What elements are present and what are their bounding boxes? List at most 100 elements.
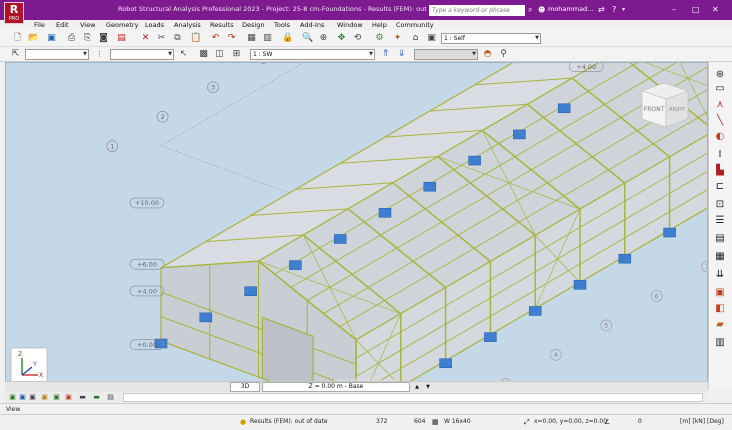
menu-view[interactable]: View (80, 21, 95, 29)
display-supports-icon[interactable]: ▣ (51, 392, 62, 403)
level-combo[interactable]: ▼ (414, 49, 478, 60)
user-icon[interactable]: ☻ (538, 4, 545, 16)
bars-icon[interactable]: ╲ (713, 114, 727, 128)
foundations-icon[interactable]: ▰ (713, 318, 727, 332)
supports-icon[interactable]: ⋏ (713, 98, 727, 112)
pizza-section-icon[interactable]: ◓ (482, 49, 493, 60)
grid-icon[interactable]: ▥ (262, 33, 273, 44)
menu-geometry[interactable]: Geometry (106, 21, 138, 29)
results-icon[interactable]: ▥ (713, 336, 727, 350)
section-view-icon[interactable]: ◫ (214, 49, 225, 60)
load-case-combo[interactable]: 1 : Self ▼ (441, 33, 541, 44)
app-logo[interactable]: R PRO (4, 2, 24, 24)
viewport-3d[interactable]: 112233445566778899ABC+10.00+6.00+4.00+0.… (5, 62, 708, 390)
hinges-icon[interactable]: ⊡ (713, 198, 727, 212)
table-icon[interactable]: ▦ (246, 33, 257, 44)
new-file-icon[interactable]: 🗋 (12, 33, 23, 44)
undo-icon[interactable]: ↶ (210, 33, 221, 44)
offsets-icon[interactable]: ⊏ (713, 180, 727, 194)
cables-icon[interactable]: ☰ (713, 214, 727, 228)
member-design-icon[interactable]: ✦ (392, 33, 403, 44)
exchange-icon[interactable]: ⇄ (598, 4, 605, 16)
structure-model-canvas[interactable]: 112233445566778899ABC+10.00+6.00+4.00+0.… (6, 63, 708, 390)
menu-analysis[interactable]: Analysis (174, 21, 201, 29)
menu-design[interactable]: Design (242, 21, 264, 29)
level-down-icon[interactable]: ▼ (423, 382, 433, 392)
display-numbers-icon[interactable]: ▣ (27, 392, 38, 403)
display-loads-icon[interactable]: ▣ (39, 392, 50, 403)
material-icon[interactable]: ▙ (713, 164, 727, 178)
object-combo[interactable]: ▼ (110, 49, 174, 60)
save-icon[interactable]: ▣ (46, 33, 57, 44)
calculations-icon[interactable]: ⚙ (374, 33, 385, 44)
maximize-icon[interactable]: □ (692, 4, 700, 16)
help-dropdown-icon[interactable]: ▾ (622, 4, 625, 16)
display-shapes-icon[interactable]: ▬ (77, 392, 88, 403)
pan-icon[interactable]: ✥ (336, 33, 347, 44)
display-panels-icon[interactable]: ▬ (91, 392, 102, 403)
minimize-icon[interactable]: – (672, 4, 676, 16)
selection-combo[interactable]: ▼ (25, 49, 89, 60)
view-combo[interactable]: 1 : SW ▼ (250, 49, 375, 60)
search-icon[interactable]: ⌕ (528, 4, 532, 16)
visibility-icon[interactable]: ⚲ (498, 49, 509, 60)
units-display[interactable]: [m] [kN] [Deg] (680, 418, 724, 425)
redo-icon[interactable]: ↷ (226, 33, 237, 44)
help-icon[interactable]: ? (612, 4, 616, 16)
delete-icon[interactable]: ✕ (140, 33, 151, 44)
menu-community[interactable]: Community (396, 21, 434, 29)
display-grid-icon[interactable]: ▤ (105, 392, 116, 403)
section-name[interactable]: W 16x40 (444, 418, 471, 425)
structure-model-icon[interactable]: ⌂ (410, 33, 421, 44)
menu-window[interactable]: Window (337, 21, 363, 29)
work-plane-icon[interactable]: ⊞ (231, 49, 242, 60)
tab-3d[interactable]: 3D (230, 382, 260, 392)
menu-add-ins[interactable]: Add-Ins (300, 21, 324, 29)
select-cursor-icon[interactable]: ⇱ (10, 49, 21, 60)
display-sections-icon[interactable]: ▣ (63, 392, 74, 403)
loads-icon[interactable]: ⇊ (713, 268, 727, 282)
lock-icon[interactable]: 🔒 (282, 33, 293, 44)
screen-capture-icon[interactable]: ◙ (98, 33, 109, 44)
close-icon[interactable]: ✕ (712, 4, 719, 16)
help-pointer-icon[interactable]: ↖ (178, 49, 189, 60)
zoom-window-icon[interactable]: 🔍 (302, 33, 313, 44)
display-mode-icon[interactable]: ▩ (198, 49, 209, 60)
releases-icon[interactable]: ◐ (713, 130, 727, 144)
mesh-icon[interactable]: ▦ (713, 250, 727, 264)
zoom-all-icon[interactable]: ⊕ (318, 33, 329, 44)
level-display[interactable]: Z = 0.00 m - Base (262, 382, 410, 392)
load-combinations-icon[interactable]: ▣ (713, 286, 727, 300)
search-input[interactable]: Type a keyword or phrase (429, 5, 525, 16)
menu-file[interactable]: File (34, 21, 45, 29)
warning-icon: ● (240, 418, 247, 426)
level-up-icon[interactable]: ▲ (412, 382, 422, 392)
menu-loads[interactable]: Loads (145, 21, 164, 29)
copy-icon[interactable]: ⧉ (172, 33, 183, 44)
menu-help[interactable]: Help (372, 21, 387, 29)
menu-tools[interactable]: Tools (274, 21, 290, 29)
select-list-icon[interactable]: ⋮ (94, 49, 105, 60)
display-icon[interactable]: ▣ (426, 33, 437, 44)
menu-results[interactable]: Results (210, 21, 233, 29)
nodes-icon[interactable]: ⊛ (713, 68, 727, 82)
report-icon[interactable]: ▤ (116, 33, 127, 44)
cladding-icon[interactable]: ◧ (713, 302, 727, 316)
open-file-icon[interactable]: 📂 (28, 33, 39, 44)
menu-edit[interactable]: Edit (56, 21, 69, 29)
panels-icon[interactable]: ▤ (713, 232, 727, 246)
section-shape-icon[interactable]: I (713, 148, 727, 162)
horizontal-scrollbar[interactable] (123, 393, 703, 402)
view-down-icon[interactable]: ⇓ (396, 49, 407, 60)
results-status[interactable]: Results (FEM): out of date (250, 418, 328, 425)
cut-icon[interactable]: ✂ (156, 33, 167, 44)
print-icon[interactable]: ⎙ (66, 33, 77, 44)
user-name[interactable]: mohammad... (548, 5, 593, 13)
print-preview-icon[interactable]: ⎘ (82, 33, 93, 44)
grid-label-number: 1 (110, 142, 114, 150)
grid-label-number: 6 (655, 292, 659, 300)
view-up-icon[interactable]: ⇑ (380, 49, 391, 60)
paste-icon[interactable]: 📋 (190, 33, 201, 44)
rotate-view-icon[interactable]: ⟲ (352, 33, 363, 44)
bar-sections-icon[interactable]: ▭ (713, 82, 727, 96)
